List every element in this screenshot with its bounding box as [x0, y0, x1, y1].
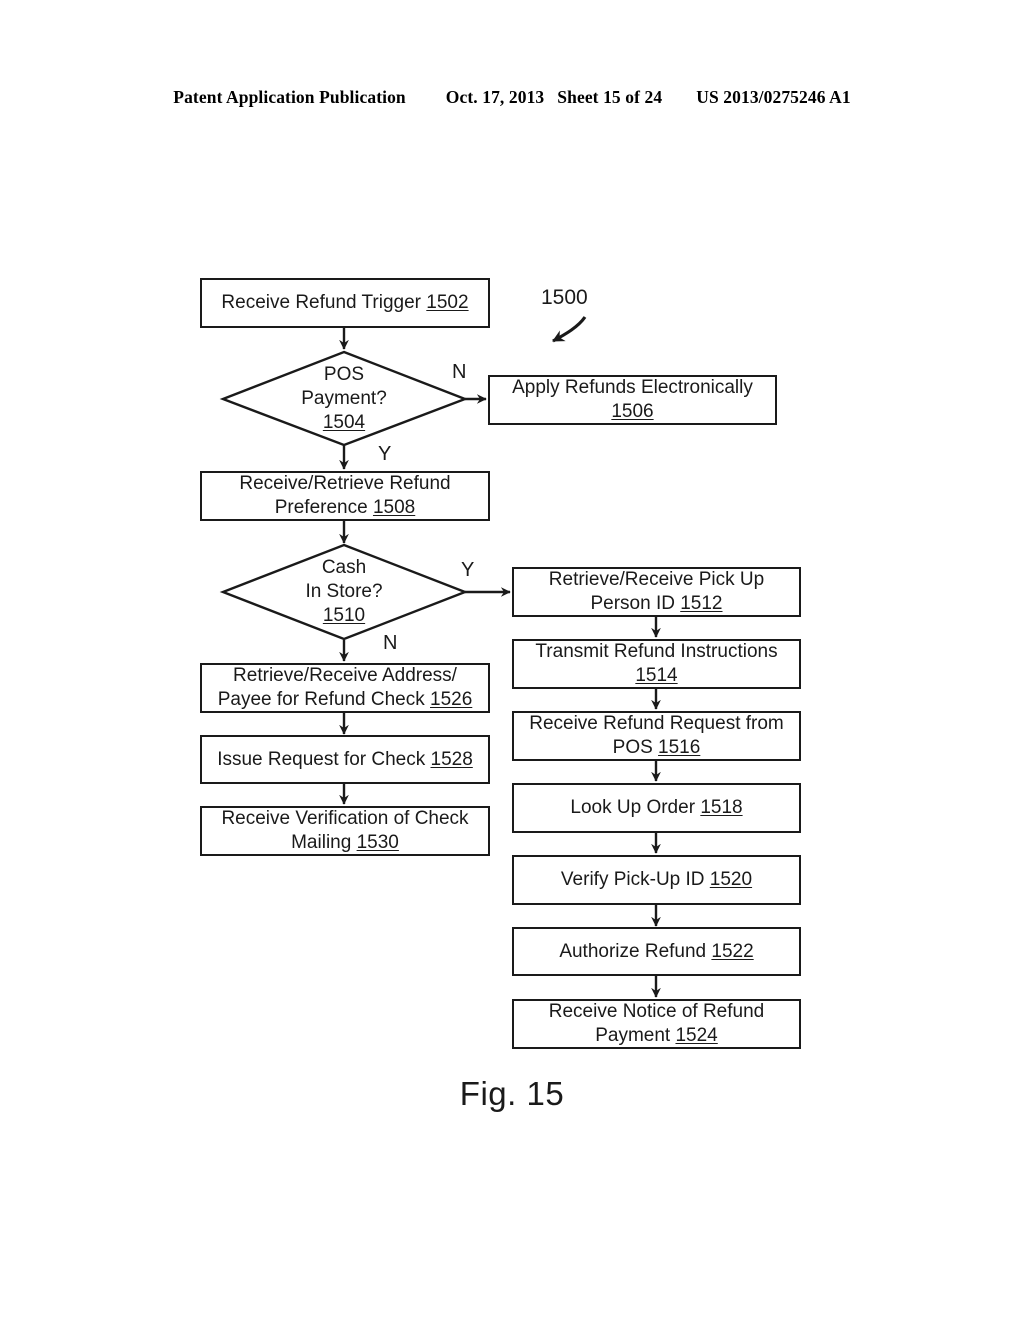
process-box-1520[interactable]: Verify Pick-Up ID 1520	[512, 855, 801, 905]
decision-1510[interactable]: Cash In Store? 1510	[223, 545, 465, 639]
process-box-1516[interactable]: Receive Refund Request from POS 1516	[512, 711, 801, 761]
figure-caption: Fig. 15	[459, 1075, 565, 1112]
process-box-1514-text: Transmit Refund Instructions 1514	[535, 641, 778, 686]
patent-figure: 1500 N Y Y N Receive Refund Trigger 1502…	[0, 0, 1024, 1320]
process-box-1506-text: Apply Refunds Electronically 1506	[512, 377, 753, 422]
process-box-1524[interactable]: Receive Notice of Refund Payment 1524	[512, 999, 801, 1049]
branch-label-pos-yes: Y	[378, 443, 392, 465]
process-box-1502-text: Receive Refund Trigger 1502	[221, 292, 469, 313]
process-box-1522[interactable]: Authorize Refund 1522	[512, 927, 801, 976]
decision-1510-text: Cash In Store? 1510	[305, 557, 383, 626]
process-box-1508-text: Receive/Retrieve Refund Preference 1508	[239, 473, 451, 518]
process-box-1512[interactable]: Retrieve/Receive Pick Up Person ID 1512	[512, 567, 801, 617]
process-box-1526[interactable]: Retrieve/Receive Address/Payee for Refun…	[200, 663, 490, 713]
process-box-1514[interactable]: Transmit Refund Instructions 1514	[512, 639, 801, 689]
process-box-1520-text: Verify Pick-Up ID 1520	[560, 869, 753, 890]
figure-callout-number: 1500	[541, 286, 588, 309]
process-box-1518-text: Look Up Order 1518	[570, 797, 743, 818]
process-box-1530[interactable]: Receive Verification of Check Mailing 153…	[200, 806, 490, 856]
process-box-1516-text: Receive Refund Request from POS 1516	[529, 713, 784, 758]
process-box-1528[interactable]: Issue Request for Check 1528	[200, 735, 490, 784]
process-box-1512-text: Retrieve/Receive Pick Up Person ID 1512	[548, 569, 765, 614]
process-box-1502[interactable]: Receive Refund Trigger 1502	[200, 278, 490, 328]
process-box-1528-text: Issue Request for Check 1528	[217, 748, 473, 770]
decision-1504[interactable]: POS Payment? 1504	[223, 352, 465, 446]
process-box-1506[interactable]: Apply Refunds Electronically 1506	[488, 375, 777, 425]
decision-1504-text: POS Payment? 1504	[301, 364, 387, 433]
process-box-1530-text: Receive Verification of Check Mailing 153…	[221, 808, 469, 853]
process-box-1522-text: Authorize Refund 1522	[559, 940, 754, 962]
process-box-1524-text: Receive Notice of Refund Payment 1524	[548, 1001, 765, 1046]
process-box-1508[interactable]: Receive/Retrieve Refund Preference 1508	[200, 471, 490, 521]
process-box-1518[interactable]: Look Up Order 1518	[512, 783, 801, 833]
process-box-1526-text: Retrieve/Receive Address/Payee for Refun…	[217, 665, 473, 710]
